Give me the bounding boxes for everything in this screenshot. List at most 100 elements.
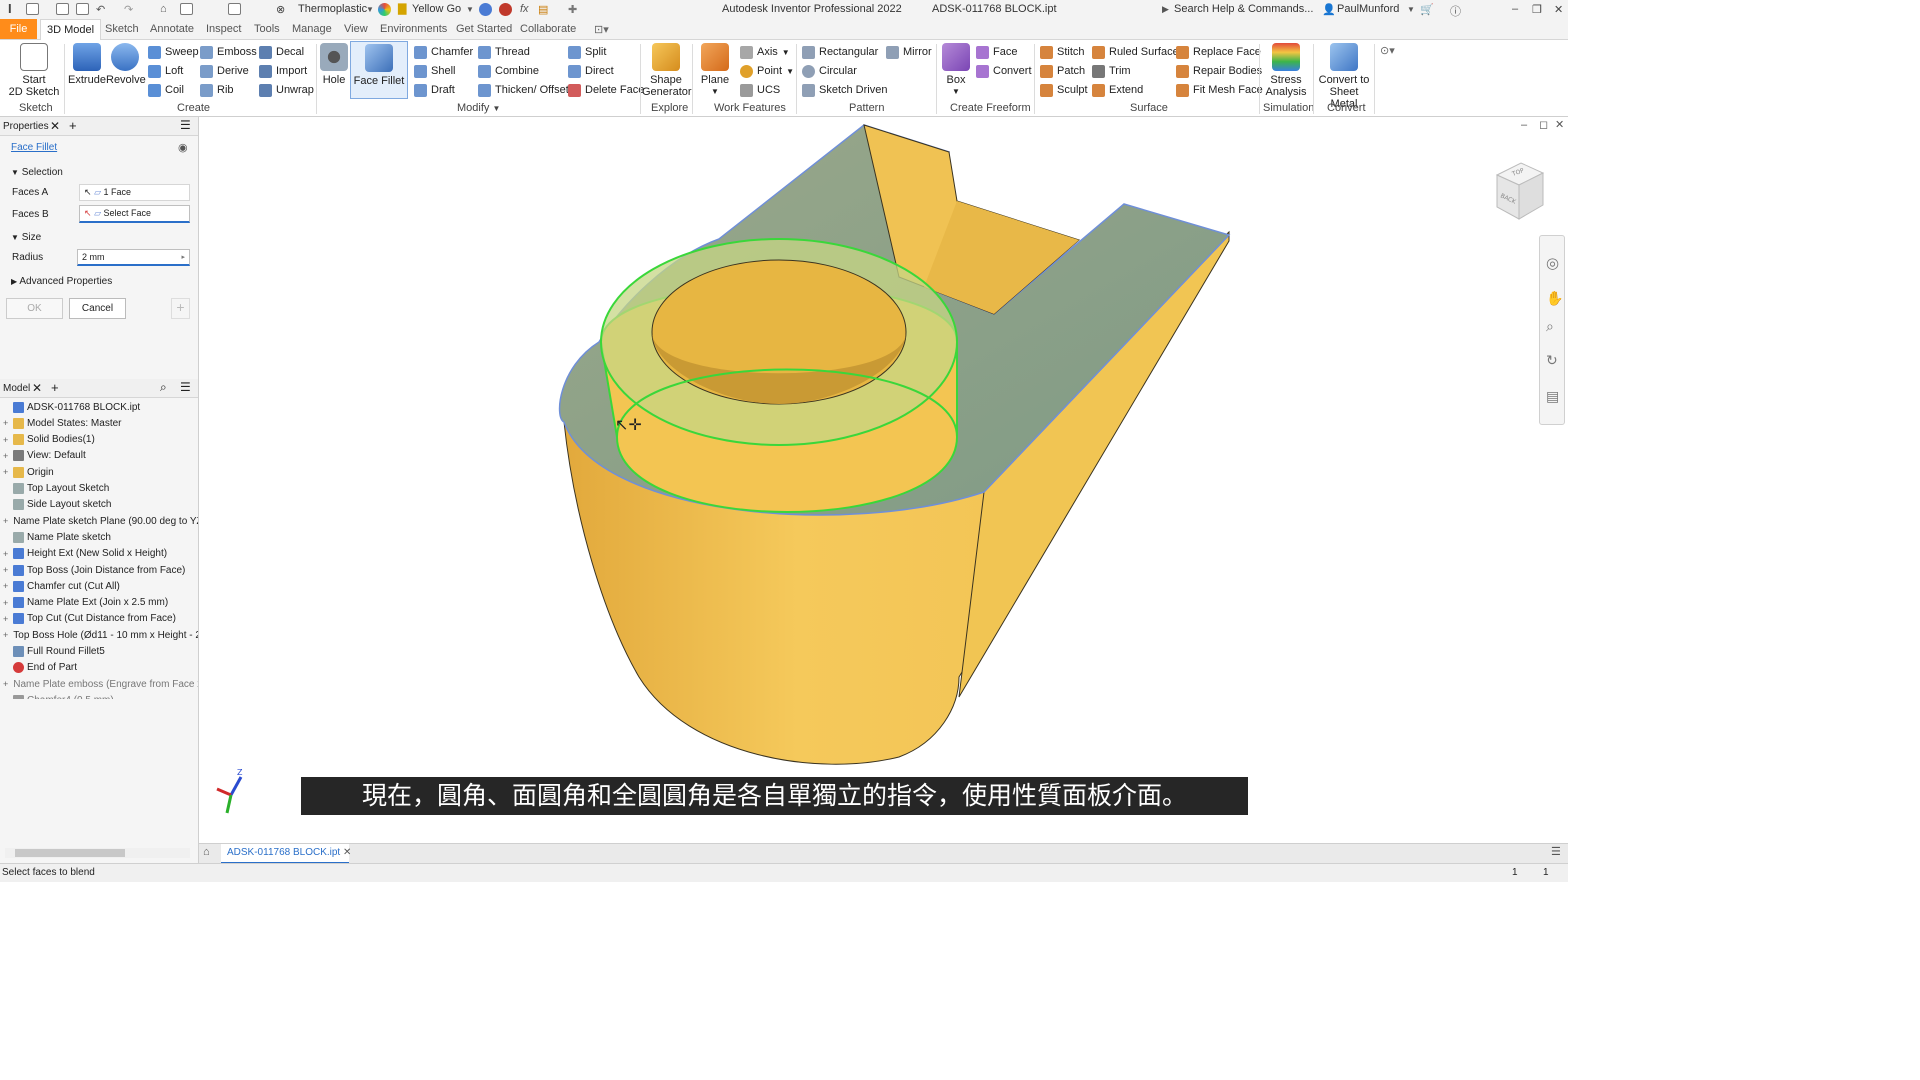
document-tab[interactable]: ADSK-011768 BLOCK.ipt ✕ <box>221 844 351 864</box>
repair-bodies-button[interactable]: Repair Bodies <box>1176 63 1262 79</box>
size-section[interactable]: ▼ Size <box>11 232 41 243</box>
add-tab-icon[interactable]: + <box>69 118 77 133</box>
search-icon[interactable]: ⌕ <box>160 380 167 395</box>
chamfer-button[interactable]: Chamfer <box>414 44 473 60</box>
expand-icon[interactable]: + <box>3 549 11 559</box>
expand-icon[interactable]: + <box>3 614 11 624</box>
extrude-button[interactable]: Extrude <box>68 43 106 86</box>
direct-button[interactable]: Direct <box>568 63 614 79</box>
ribbon-options-icon[interactable]: ⊙▾ <box>1380 44 1395 57</box>
tree-item[interactable]: + Chamfer cut (Cut All) <box>0 578 198 594</box>
tree-item[interactable]: Full Round Fillet5 <box>0 644 198 660</box>
circular-pattern-button[interactable]: Circular <box>802 63 857 79</box>
rectangular-pattern-button[interactable]: Rectangular <box>802 44 878 60</box>
chevron-down-icon[interactable]: ▼ <box>466 5 474 14</box>
panel-toggle-icon[interactable]: ⊡▾ <box>594 23 609 36</box>
tab-sketch[interactable]: Sketch <box>105 23 139 35</box>
start-2d-sketch-button[interactable]: Start 2D Sketch <box>8 43 60 98</box>
expand-icon[interactable]: + <box>3 435 11 445</box>
box-button[interactable]: Box ▼ <box>940 43 972 98</box>
eye-icon[interactable]: ◉ <box>178 141 188 154</box>
add-icon[interactable]: + <box>171 298 190 319</box>
sculpt-button[interactable]: Sculpt <box>1040 82 1088 98</box>
material-select[interactable]: Thermoplastic <box>298 3 367 15</box>
menu-icon[interactable]: ☰ <box>180 118 191 132</box>
tree-item[interactable]: Chamfer4 (0.5 mm) <box>0 692 198 699</box>
expand-icon[interactable]: + <box>3 418 11 428</box>
tree-item[interactable]: + Top Cut (Cut Distance from Face) <box>0 611 198 627</box>
ucs-button[interactable]: UCS <box>740 82 780 98</box>
select-icon[interactable] <box>228 3 241 15</box>
expand-icon[interactable]: + <box>3 516 8 526</box>
tree-item[interactable]: + Top Boss (Join Distance from Face) <box>0 562 198 578</box>
stress-analysis-button[interactable]: Stress Analysis <box>1262 43 1310 98</box>
loft-button[interactable]: Loft <box>148 63 183 79</box>
ruled-surface-button[interactable]: Ruled Surface <box>1092 44 1179 60</box>
measure-icon[interactable]: ▤ <box>538 3 548 16</box>
thread-button[interactable]: Thread <box>478 44 530 60</box>
open-file-icon[interactable] <box>56 3 69 15</box>
close-icon[interactable]: ✕ <box>1554 3 1563 16</box>
chevron-down-icon[interactable]: ▼ <box>940 86 972 98</box>
search-help-input[interactable]: Search Help & Commands... <box>1174 3 1313 15</box>
help-icon[interactable]: ⓘ <box>1450 3 1461 19</box>
close-icon[interactable]: ✕ <box>32 381 42 395</box>
expand-icon[interactable]: + <box>3 598 11 608</box>
revolve-button[interactable]: Revolve <box>106 43 146 86</box>
model-tab[interactable]: Model <box>3 383 30 394</box>
convert-to-sheet-metal-button[interactable]: Convert to Sheet Metal <box>1316 43 1372 110</box>
appearance-select[interactable]: Yellow Go <box>412 3 461 15</box>
tab-tools[interactable]: Tools <box>254 23 280 35</box>
tab-inspect[interactable]: Inspect <box>206 23 241 35</box>
tree-item[interactable]: + Top Boss Hole (Ød11 - 10 mm x Height - … <box>0 627 198 643</box>
decal-button[interactable]: Decal <box>259 44 304 60</box>
save-icon[interactable] <box>76 3 89 15</box>
parameters-icon[interactable]: fx <box>520 3 529 15</box>
chevron-right-icon[interactable]: ▸ <box>181 253 185 261</box>
tree-item[interactable]: + Name Plate sketch Plane (90.00 deg to Y… <box>0 513 198 529</box>
tree-item[interactable]: + View: Default <box>0 448 198 464</box>
tab-collaborate[interactable]: Collaborate <box>520 23 576 35</box>
derive-button[interactable]: Derive <box>200 63 249 79</box>
part-model[interactable]: ↖✛ <box>199 117 1568 843</box>
tree-item[interactable]: Top Layout Sketch <box>0 481 198 497</box>
replace-face-button[interactable]: Replace Face <box>1176 44 1261 60</box>
redo-icon[interactable]: ↷ <box>124 3 133 16</box>
expand-icon[interactable]: + <box>3 467 11 477</box>
menu-icon[interactable]: ☰ <box>180 380 191 394</box>
extend-button[interactable]: Extend <box>1092 82 1143 98</box>
faces-a-selector[interactable]: ↖ ▱ 1 Face <box>79 184 190 201</box>
trim-button[interactable]: Trim <box>1092 63 1131 79</box>
delete-face-button[interactable]: Delete Face <box>568 82 644 98</box>
rib-button[interactable]: Rib <box>200 82 234 98</box>
tab-annotate[interactable]: Annotate <box>150 23 194 35</box>
orbit-icon[interactable]: ↻ <box>1546 352 1558 369</box>
shell-button[interactable]: Shell <box>414 63 455 79</box>
hole-button[interactable]: Hole <box>318 43 350 86</box>
faces-b-selector[interactable]: ↖ ▱ Select Face <box>79 205 190 223</box>
stitch-button[interactable]: Stitch <box>1040 44 1085 60</box>
split-button[interactable]: Split <box>568 44 606 60</box>
plane-button[interactable]: Plane ▼ <box>696 43 734 98</box>
clear-icon[interactable] <box>499 3 512 16</box>
update-icon[interactable]: ✚ <box>568 3 577 16</box>
close-icon[interactable]: ✕ <box>50 119 60 133</box>
tree-item[interactable]: + Solid Bodies(1) <box>0 432 198 448</box>
fit-mesh-face-button[interactable]: Fit Mesh Face <box>1176 82 1263 98</box>
chevron-down-icon[interactable]: ▼ <box>782 48 790 57</box>
unwrap-button[interactable]: Unwrap <box>259 82 314 98</box>
pan-icon[interactable]: ✋ <box>1546 290 1563 307</box>
properties-icon[interactable] <box>180 3 193 15</box>
tab-file[interactable]: File <box>0 19 37 39</box>
tab-3d-model[interactable]: 3D Model <box>40 19 102 40</box>
face-fillet-button[interactable]: Face Fillet <box>350 41 408 99</box>
selection-section[interactable]: ▼ Selection <box>11 167 196 178</box>
tree-item[interactable]: + Origin <box>0 464 198 480</box>
view-cube-icon[interactable]: TOP BACK <box>1489 159 1549 225</box>
tab-get-started[interactable]: Get Started <box>456 23 512 35</box>
steering-wheel-icon[interactable]: ◎ <box>1546 254 1559 272</box>
expand-icon[interactable]: + <box>3 679 8 689</box>
chevron-down-icon[interactable]: ▼ <box>696 86 734 98</box>
graphics-viewport[interactable]: ↖✛ TOP BACK – ◻ ✕ ◎ ✋ ⌕ ↻ ▤ Z <box>199 117 1568 843</box>
minimize-icon[interactable]: – <box>1512 3 1518 15</box>
